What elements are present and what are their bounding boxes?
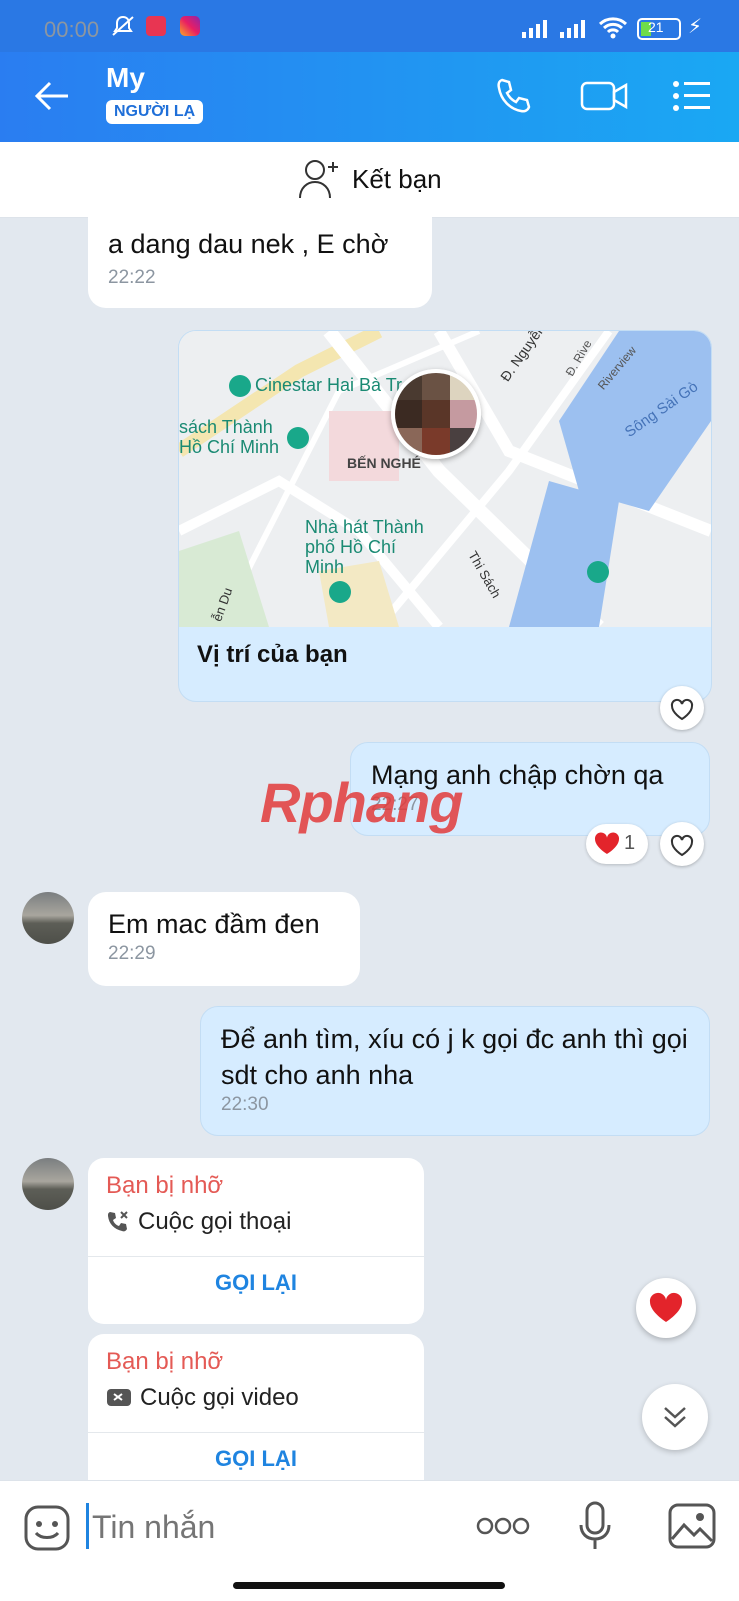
watermark-text: Rphang bbox=[260, 771, 463, 834]
watermark: Rphang bbox=[260, 770, 463, 835]
image-gallery-icon[interactable] bbox=[668, 1503, 716, 1549]
map-label-opera: Nhà hát Thành phố Hồ Chí Minh bbox=[305, 517, 424, 577]
signal-icon bbox=[522, 20, 547, 38]
message-time: 22:29 bbox=[108, 943, 156, 964]
missed-voice-call-icon bbox=[108, 1211, 128, 1232]
message-text: Em mac đầm đen bbox=[108, 909, 320, 939]
music-poi-icon bbox=[587, 561, 609, 583]
status-bar: 00:00 21 ⚡ bbox=[0, 0, 739, 52]
divider bbox=[88, 1432, 424, 1433]
heart-reaction-button[interactable] bbox=[660, 686, 704, 730]
reaction-count: 1 bbox=[624, 832, 636, 854]
stranger-badge: NGƯỜI LẠ bbox=[106, 100, 204, 124]
heart-reaction-button[interactable] bbox=[660, 822, 704, 866]
instagram-icon bbox=[180, 16, 200, 36]
map-preview[interactable]: Cinestar Hai Bà Tr sách Thành Hồ Chí Min… bbox=[179, 331, 711, 627]
missed-call-type-label: Cuộc gọi video bbox=[140, 1384, 299, 1411]
microphone-icon[interactable] bbox=[578, 1501, 612, 1553]
camera-poi-icon bbox=[329, 581, 351, 603]
map-label-ward: BẾN NGHÉ bbox=[347, 455, 421, 471]
message-time: 22:22 bbox=[108, 267, 156, 288]
message-bubble-incoming[interactable]: a dang dau nek , E chờ 22:22 bbox=[88, 206, 432, 308]
message-time: 22:30 bbox=[221, 1094, 269, 1115]
video-call-icon[interactable] bbox=[580, 78, 630, 114]
status-time: 00:00 bbox=[44, 17, 100, 42]
missed-call-type-label: Cuộc gọi thoại bbox=[138, 1208, 292, 1235]
message-text: Để anh tìm, xíu có j k gọi đc anh thì gọ… bbox=[221, 1024, 688, 1090]
sticker-icon[interactable] bbox=[24, 1505, 70, 1551]
heart-outline-icon bbox=[670, 834, 694, 857]
missed-call-title: Bạn bị nhỡ bbox=[106, 1172, 224, 1199]
missed-call-title: Bạn bị nhỡ bbox=[106, 1348, 224, 1375]
contact-name[interactable]: My bbox=[106, 62, 145, 94]
battery-icon: 21 bbox=[637, 18, 681, 40]
map-label-bookstreet: sách Thành Hồ Chí Minh bbox=[179, 417, 280, 457]
location-caption: Vị trí của bạn bbox=[197, 641, 348, 668]
add-friend-label: Kết bạn bbox=[352, 164, 442, 194]
scroll-to-bottom-button[interactable] bbox=[642, 1384, 708, 1450]
home-indicator bbox=[233, 1582, 505, 1589]
app-notification-icon bbox=[146, 16, 166, 36]
avatar[interactable] bbox=[22, 1158, 74, 1210]
back-arrow-icon[interactable] bbox=[34, 80, 70, 112]
call-back-button[interactable]: GỌI LẠI bbox=[88, 1270, 424, 1296]
chevron-double-down-icon bbox=[664, 1407, 686, 1428]
call-back-button[interactable]: GỌI LẠI bbox=[88, 1446, 424, 1472]
missed-call-type: Cuộc gọi video bbox=[106, 1384, 299, 1412]
divider bbox=[88, 1256, 424, 1257]
missed-call-type: Cuộc gọi thoại bbox=[106, 1208, 291, 1236]
camera-poi-icon bbox=[287, 427, 309, 449]
battery-level: 21 bbox=[648, 19, 664, 35]
cinema-icon bbox=[229, 375, 251, 397]
charging-icon: ⚡ bbox=[688, 16, 703, 38]
heart-filled-icon bbox=[649, 1292, 683, 1322]
heart-outline-icon bbox=[670, 698, 694, 721]
missed-video-call-icon bbox=[107, 1389, 131, 1406]
add-user-icon bbox=[299, 160, 338, 199]
text-cursor bbox=[86, 1503, 89, 1549]
message-input[interactable] bbox=[90, 1501, 454, 1553]
message-bubble-outgoing[interactable]: Để anh tìm, xíu có j k gọi đc anh thì gọ… bbox=[200, 1006, 710, 1136]
mute-icon bbox=[112, 15, 134, 36]
missed-call-card: Bạn bị nhỡ Cuộc gọi thoại GỌI LẠI bbox=[88, 1158, 424, 1324]
menu-list-icon[interactable] bbox=[672, 80, 712, 112]
heart-filled-icon bbox=[594, 832, 620, 854]
message-text: a dang dau nek , E chờ bbox=[108, 229, 389, 259]
chat-header: My NGƯỜI LẠ bbox=[0, 52, 739, 142]
map-label-cinema: Cinestar Hai Bà Tr bbox=[255, 375, 403, 395]
reaction-summary[interactable]: 1 bbox=[586, 824, 648, 864]
message-bubble-incoming[interactable]: Em mac đầm đen 22:29 bbox=[88, 892, 360, 986]
location-pin-avatar bbox=[391, 369, 481, 459]
more-options-icon[interactable] bbox=[476, 1517, 530, 1535]
location-message[interactable]: Cinestar Hai Bà Tr sách Thành Hồ Chí Min… bbox=[178, 330, 712, 702]
signal-icon bbox=[560, 20, 585, 38]
wifi-icon bbox=[598, 17, 628, 39]
quick-heart-button[interactable] bbox=[636, 1278, 696, 1338]
phone-call-icon[interactable] bbox=[494, 76, 534, 116]
missed-call-card: Bạn bị nhỡ Cuộc gọi video GỌI LẠI bbox=[88, 1334, 424, 1480]
avatar[interactable] bbox=[22, 892, 74, 944]
